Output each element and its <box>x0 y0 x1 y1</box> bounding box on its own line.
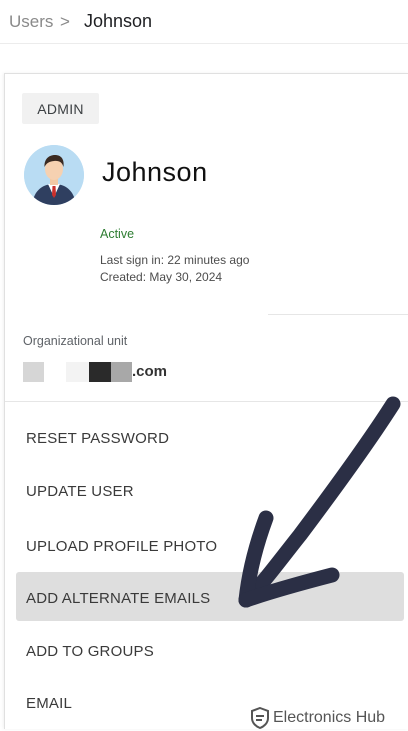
add-alternate-emails-button[interactable]: ADD ALTERNATE EMAILS <box>26 590 210 607</box>
redacted-block <box>66 362 89 382</box>
watermark: Electronics Hub <box>250 707 385 729</box>
email-button[interactable]: EMAIL <box>26 695 72 712</box>
org-unit-label: Organizational unit <box>23 334 128 348</box>
org-unit-domain: .com <box>132 363 168 380</box>
breadcrumb-users-link[interactable]: Users <box>9 12 53 32</box>
status-badge: Active <box>100 227 135 241</box>
upload-profile-photo-button[interactable]: UPLOAD PROFILE PHOTO <box>26 538 217 555</box>
divider <box>268 314 408 315</box>
shield-logo-icon <box>251 707 269 729</box>
redacted-block <box>111 362 132 382</box>
redacted-block <box>89 362 111 382</box>
user-name: Johnson <box>102 157 208 187</box>
created-date: Created: May 30, 2024 <box>100 270 223 284</box>
user-avatar-icon <box>24 145 84 205</box>
last-sign-in: Last sign in: 22 minutes ago <box>100 253 250 267</box>
redacted-block <box>23 362 44 382</box>
avatar <box>24 145 84 205</box>
reset-password-button[interactable]: RESET PASSWORD <box>26 430 169 447</box>
role-badge: ADMIN <box>22 93 99 124</box>
add-to-groups-button[interactable]: ADD TO GROUPS <box>26 643 154 660</box>
watermark-text: Electronics Hub <box>273 709 386 726</box>
breadcrumb: Users > Johnson <box>0 0 408 44</box>
breadcrumb-current: Johnson <box>84 11 153 31</box>
divider <box>5 401 408 402</box>
update-user-button[interactable]: UPDATE USER <box>26 483 134 500</box>
chevron-right-icon: > <box>60 12 70 31</box>
